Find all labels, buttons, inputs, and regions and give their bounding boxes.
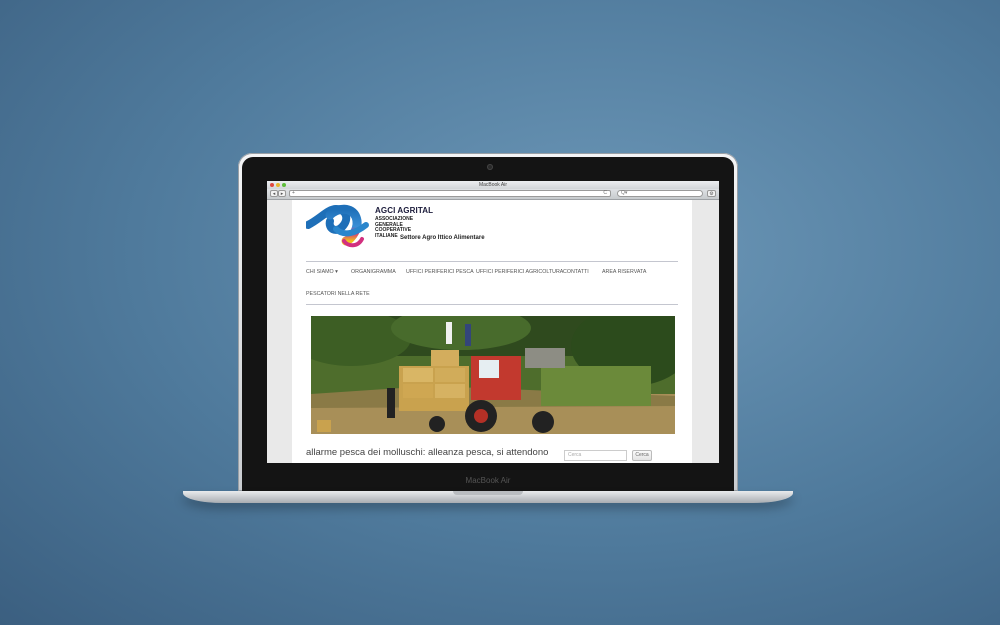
webpage: AGCI AGRITAL ASSOCIAZIONE GENERALE COOPE…	[267, 200, 719, 463]
site-search-button[interactable]: Cerca	[632, 450, 652, 461]
browser-toolbar: ◂ ▸ + C Q▾ ⚙	[267, 189, 719, 200]
menu-top-divider	[306, 261, 678, 262]
browser-search-field[interactable]: Q▾	[617, 190, 703, 197]
menu-item-uffici-pesca[interactable]: UFFICI PERIFERICI PESCA	[406, 269, 474, 275]
screen: MacBook Air ◂ ▸ + C Q▾ ⚙ AGCI AGRITAL AS…	[267, 181, 719, 463]
reload-icon[interactable]: C	[603, 191, 607, 196]
menu-item-uffici-agricoltura[interactable]: UFFICI PERIFERICI AGRICOLTURA	[476, 269, 563, 275]
lid-notch	[453, 491, 523, 495]
laptop-base	[183, 491, 793, 503]
add-bookmark-icon[interactable]: +	[292, 190, 295, 196]
minimize-window-icon[interactable]	[276, 183, 280, 187]
settings-gear-icon[interactable]: ⚙	[707, 190, 716, 197]
screen-bezel: MacBook Air ◂ ▸ + C Q▾ ⚙ AGCI AGRITAL AS…	[242, 157, 734, 491]
close-window-icon[interactable]	[270, 183, 274, 187]
camera-icon	[487, 164, 493, 170]
site-search-input[interactable]: Cerca	[564, 450, 627, 461]
url-bar[interactable]: + C	[289, 190, 611, 197]
sector-tagline: Settore Agro Ittico Alimentare	[400, 235, 485, 241]
menu-bottom-divider	[306, 304, 678, 305]
window-title: MacBook Air	[478, 182, 508, 188]
back-button[interactable]: ◂	[270, 190, 278, 197]
menu-item-pescatori[interactable]: PESCATORI NELLA RETE	[306, 291, 370, 297]
laptop-lid: MacBook Air ◂ ▸ + C Q▾ ⚙ AGCI AGRITAL AS…	[238, 153, 738, 491]
page-content: AGCI AGRITAL ASSOCIAZIONE GENERALE COOPE…	[292, 200, 692, 463]
article-headline[interactable]: allarme pesca dei molluschi: alleanza pe…	[306, 447, 548, 458]
browser-titlebar: MacBook Air	[267, 181, 719, 189]
menu-item-chi-siamo[interactable]: CHI SIAMO ▾	[306, 269, 338, 275]
logo-title: AGCI AGRITAL	[375, 206, 434, 215]
agci-logo-icon	[306, 204, 369, 248]
hero-image	[311, 316, 675, 434]
menu-item-area-riservata[interactable]: AREA RISERVATA	[602, 269, 646, 275]
menu-item-organigramma[interactable]: ORGANIGRAMMA	[351, 269, 396, 275]
zoom-window-icon[interactable]	[282, 183, 286, 187]
menu-item-contatti[interactable]: CONTATTI	[563, 269, 589, 275]
device-label: MacBook Air	[465, 476, 511, 485]
forward-button[interactable]: ▸	[278, 190, 286, 197]
